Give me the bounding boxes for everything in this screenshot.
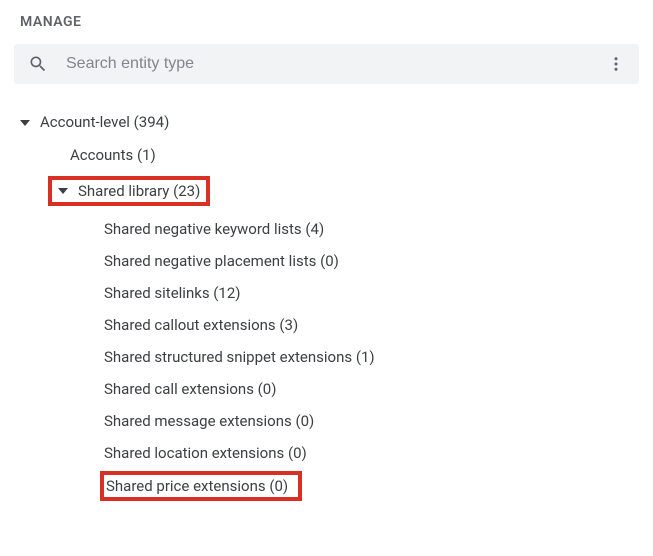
tree-item-label: Shared location extensions (0) — [104, 444, 307, 462]
tree-item-label: Shared negative placement lists (0) — [104, 252, 339, 270]
highlight-shared-library: Shared library (23) — [48, 176, 210, 206]
tree-item-shared-negative-placement-lists[interactable]: Shared negative placement lists (0) — [14, 245, 639, 277]
tree-item-shared-price-extensions-wrapper: Shared price extensions (0) — [14, 469, 639, 503]
tree-item-label: Account-level (394) — [40, 112, 169, 133]
tree-item-label: Shared message extensions (0) — [104, 412, 314, 430]
tree-item-shared-library[interactable]: Shared library (23) — [78, 182, 200, 200]
tree-item-label: Shared structured snippet extensions (1) — [104, 348, 375, 366]
chevron-down-icon — [58, 188, 68, 194]
search-icon — [28, 54, 48, 74]
tree-item-label: Accounts (1) — [70, 145, 156, 166]
search-input[interactable] — [66, 55, 607, 73]
tree-item-label: Shared negative keyword lists (4) — [104, 220, 324, 238]
tree-item-shared-message-extensions[interactable]: Shared message extensions (0) — [14, 405, 639, 437]
kebab-menu-icon[interactable] — [607, 55, 625, 73]
tree-item-shared-negative-keyword-lists[interactable]: Shared negative keyword lists (4) — [14, 213, 639, 245]
tree-item-label: Shared sitelinks (12) — [104, 284, 241, 302]
entity-tree: Account-level (394) Accounts (1) Shared … — [14, 106, 639, 503]
tree-item-shared-callout-extensions[interactable]: Shared callout extensions (3) — [14, 309, 639, 341]
tree-item-shared-library-wrapper: Shared library (23) — [14, 172, 639, 210]
tree-item-shared-structured-snippet-extensions[interactable]: Shared structured snippet extensions (1) — [14, 341, 639, 373]
search-bar[interactable] — [14, 44, 639, 84]
tree-item-label: Shared call extensions (0) — [104, 380, 276, 398]
tree-item-shared-location-extensions[interactable]: Shared location extensions (0) — [14, 437, 639, 469]
tree-item-account-level[interactable]: Account-level (394) — [14, 106, 639, 139]
tree-item-shared-price-extensions[interactable]: Shared price extensions (0) — [106, 477, 288, 495]
tree-item-shared-sitelinks[interactable]: Shared sitelinks (12) — [14, 277, 639, 309]
shared-library-children: Shared negative keyword lists (4) Shared… — [14, 213, 639, 503]
chevron-down-icon — [20, 120, 30, 126]
tree-item-accounts[interactable]: Accounts (1) — [14, 139, 639, 172]
manage-header: MANAGE — [14, 14, 639, 30]
tree-item-shared-call-extensions[interactable]: Shared call extensions (0) — [14, 373, 639, 405]
tree-item-label: Shared callout extensions (3) — [104, 316, 298, 334]
highlight-shared-price-extensions: Shared price extensions (0) — [100, 471, 302, 501]
